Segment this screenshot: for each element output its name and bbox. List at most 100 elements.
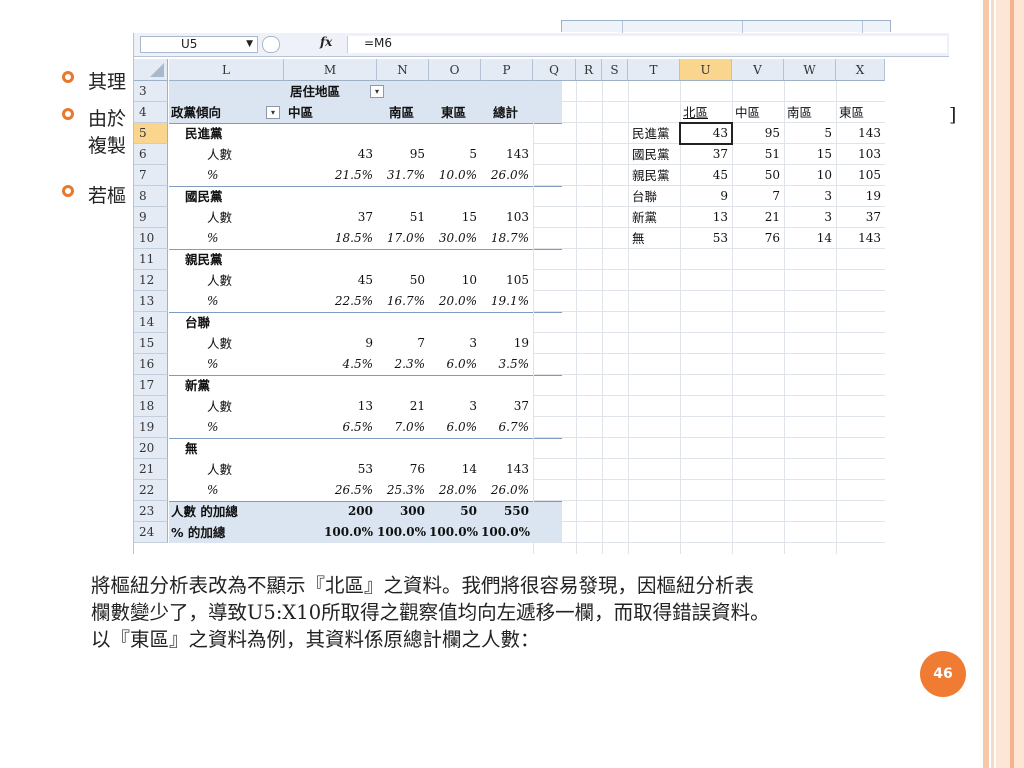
row-header-10[interactable]: 10 (134, 228, 168, 249)
row-header-4[interactable]: 4 (134, 102, 168, 123)
pivot-count-value: 15 (461, 210, 477, 224)
pivot-percent-value: 20.0% (438, 294, 477, 308)
pivot-total-count: 200 (347, 504, 373, 518)
row-header-16[interactable]: 16 (134, 354, 168, 375)
decor-stripe (1010, 0, 1014, 768)
bullet-text-trailing: ] (949, 104, 957, 126)
chevron-down-icon[interactable]: ▼ (246, 37, 253, 52)
column-header-p[interactable]: P (481, 59, 533, 81)
column-header-o[interactable]: O (429, 59, 481, 81)
row-header-22[interactable]: 22 (134, 480, 168, 501)
grid-line (576, 81, 577, 554)
column-header-v[interactable]: V (732, 59, 784, 81)
row-header-13[interactable]: 13 (134, 291, 168, 312)
row-header-18[interactable]: 18 (134, 396, 168, 417)
pivot-percent-value: 26.0% (490, 483, 529, 497)
row-header-19[interactable]: 19 (134, 417, 168, 438)
pivot-count-value: 143 (506, 147, 529, 161)
name-box[interactable]: U5 ▼ (140, 36, 258, 53)
filter-dropdown-icon[interactable]: ▾ (370, 85, 384, 98)
column-header-q[interactable]: Q (533, 59, 576, 81)
row-header-14[interactable]: 14 (134, 312, 168, 333)
pivot-percent-value: 17.0% (386, 231, 425, 245)
side-table-value: 37 (865, 210, 881, 224)
pivot-count-value: 5 (469, 147, 477, 161)
side-table-value: 9 (720, 189, 728, 203)
grid-line (533, 521, 885, 522)
side-table-value: 143 (858, 126, 881, 140)
formula-cancel-button[interactable] (262, 36, 280, 53)
row-header-11[interactable]: 11 (134, 249, 168, 270)
page-number-badge: 46 (920, 651, 966, 697)
function-icon[interactable]: fx (320, 35, 332, 49)
row-header-12[interactable]: 12 (134, 270, 168, 291)
pivot-total-count-label: 人數 的加總 (171, 504, 238, 519)
pivot-count-value: 3 (469, 336, 477, 350)
row-header-9[interactable]: 9 (134, 207, 168, 228)
pivot-percent-value: 28.0% (438, 483, 477, 497)
row-header-8[interactable]: 8 (134, 186, 168, 207)
side-table-value: 103 (858, 147, 881, 161)
column-header-m[interactable]: M (284, 59, 377, 81)
row-header-7[interactable]: 7 (134, 165, 168, 186)
pivot-party-label: 無 (185, 441, 198, 456)
decor-stripe (983, 0, 989, 768)
pivot-total-percent: 100.0% (377, 525, 426, 539)
row-header-3[interactable]: 3 (134, 81, 168, 102)
row-header-24[interactable]: 24 (134, 522, 168, 543)
column-header-x[interactable]: X (836, 59, 885, 81)
pivot-count-value: 76 (409, 462, 425, 476)
pivot-percent-label: % (207, 294, 219, 308)
side-table-value: 14 (816, 231, 832, 245)
pivot-percent-label: % (207, 168, 219, 182)
row-header-5[interactable]: 5 (134, 123, 168, 144)
side-table-row-label: 民進黨 (632, 126, 670, 141)
side-table-value: 95 (764, 126, 780, 140)
pivot-percent-value: 18.7% (490, 231, 529, 245)
pivot-count-value: 3 (469, 399, 477, 413)
grid-line (533, 395, 885, 396)
pivot-percent-value: 10.0% (438, 168, 477, 182)
formula-input[interactable]: =M6 (347, 36, 947, 53)
side-table-value: 45 (712, 168, 728, 182)
row-header-23[interactable]: 23 (134, 501, 168, 522)
column-header-u[interactable]: U (680, 59, 732, 81)
pivot-percent-value: 6.5% (342, 420, 374, 434)
pivot-percent-value: 19.1% (490, 294, 529, 308)
pivot-count-label: 人數 (207, 147, 233, 162)
row-header-17[interactable]: 17 (134, 375, 168, 396)
row-header-15[interactable]: 15 (134, 333, 168, 354)
column-header-l[interactable]: L (169, 59, 284, 81)
grid-line (533, 479, 885, 480)
row-header-20[interactable]: 20 (134, 438, 168, 459)
column-header-s[interactable]: S (602, 59, 628, 81)
pivot-count-label: 人數 (207, 336, 233, 351)
row-header-6[interactable]: 6 (134, 144, 168, 165)
grid-line (602, 81, 603, 554)
column-header-w[interactable]: W (784, 59, 836, 81)
filter-dropdown-icon[interactable]: ▾ (266, 106, 280, 119)
pivot-percent-label: % (207, 483, 219, 497)
pivot-count-value: 10 (461, 273, 477, 287)
side-table-row-label: 親民黨 (632, 168, 670, 183)
column-header-t[interactable]: T (628, 59, 680, 81)
pivot-percent-value: 26.0% (490, 168, 529, 182)
pivot-percent-value: 25.3% (386, 483, 425, 497)
bullet-text: 其理 (88, 71, 127, 93)
column-header-r[interactable]: R (576, 59, 602, 81)
grid-line (533, 437, 885, 438)
pivot-percent-value: 18.5% (334, 231, 373, 245)
side-table-value: 53 (712, 231, 728, 245)
pivot-count-value: 43 (357, 147, 373, 161)
side-table-value: 76 (764, 231, 780, 245)
select-all-corner[interactable] (134, 59, 168, 81)
pivot-count-value: 45 (357, 273, 373, 287)
side-table-value: 5 (824, 126, 832, 140)
pivot-party-label: 親民黨 (185, 252, 223, 267)
column-header-n[interactable]: N (377, 59, 429, 81)
pivot-count-value: 105 (506, 273, 529, 287)
pivot-percent-value: 31.7% (386, 168, 425, 182)
side-table-value: 7 (772, 189, 780, 203)
side-table-value: 37 (712, 147, 728, 161)
row-header-21[interactable]: 21 (134, 459, 168, 480)
